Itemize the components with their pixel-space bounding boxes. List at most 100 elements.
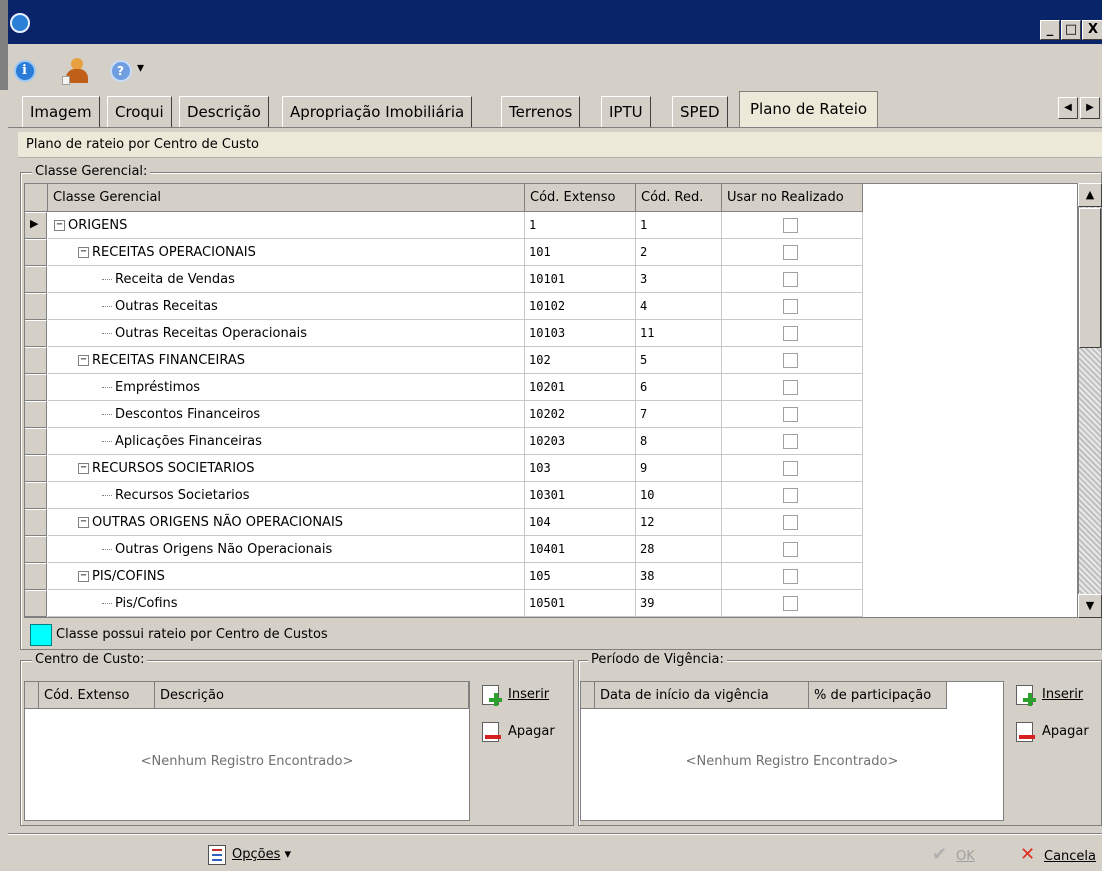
cell-classe-gerencial[interactable]: Outras Receitas Operacionais bbox=[48, 320, 525, 347]
options-menu-button[interactable]: Opções ▾ bbox=[208, 844, 291, 866]
help-dropdown-arrow-icon[interactable]: ▾ bbox=[137, 60, 144, 76]
table-row[interactable]: Outras Origens Não Operacionais 10401 28 bbox=[25, 536, 1077, 563]
usar-no-realizado-checkbox[interactable] bbox=[783, 434, 798, 449]
vigencia-grid[interactable]: Data de início da vigência % de particip… bbox=[580, 681, 1004, 821]
cell-cod-red[interactable]: 9 bbox=[636, 455, 722, 482]
col-header-classe-gerencial[interactable]: Classe Gerencial bbox=[48, 184, 525, 212]
usar-no-realizado-checkbox[interactable] bbox=[783, 326, 798, 341]
row-selector[interactable] bbox=[25, 401, 47, 428]
cell-cod-red[interactable]: 39 bbox=[636, 590, 722, 617]
cell-cod-extenso[interactable]: 10101 bbox=[525, 266, 636, 293]
cancel-button[interactable]: ✕ Cancela bbox=[1018, 844, 1096, 868]
cell-classe-gerencial[interactable]: − OUTRAS ORIGENS NÃO OPERACIONAIS bbox=[48, 509, 525, 536]
row-selector[interactable] bbox=[25, 563, 47, 590]
centro-custo-insert-button[interactable]: Inserir bbox=[482, 684, 549, 706]
cell-classe-gerencial[interactable]: − RECEITAS FINANCEIRAS bbox=[48, 347, 525, 374]
row-selector[interactable] bbox=[25, 239, 47, 266]
usar-no-realizado-checkbox[interactable] bbox=[783, 569, 798, 584]
tab-prev-button[interactable]: ◀ bbox=[1058, 97, 1078, 119]
row-selector[interactable] bbox=[25, 536, 47, 563]
row-selector[interactable] bbox=[25, 293, 47, 320]
table-row[interactable]: Empréstimos 10201 6 bbox=[25, 374, 1077, 401]
table-row[interactable]: − RECURSOS SOCIETARIOS 103 9 bbox=[25, 455, 1077, 482]
usar-no-realizado-checkbox[interactable] bbox=[783, 596, 798, 611]
cell-cod-red[interactable]: 5 bbox=[636, 347, 722, 374]
tab-croqui[interactable]: Croqui bbox=[107, 96, 172, 127]
help-icon[interactable]: ? bbox=[110, 60, 132, 82]
row-selector[interactable]: ▶ bbox=[25, 212, 47, 239]
cell-cod-extenso[interactable]: 10202 bbox=[525, 401, 636, 428]
cell-cod-red[interactable]: 28 bbox=[636, 536, 722, 563]
cell-cod-red[interactable]: 7 bbox=[636, 401, 722, 428]
table-row[interactable]: Descontos Financeiros 10202 7 bbox=[25, 401, 1077, 428]
cell-classe-gerencial[interactable]: Recursos Societarios bbox=[48, 482, 525, 509]
usar-no-realizado-checkbox[interactable] bbox=[783, 515, 798, 530]
table-row[interactable]: ▶ − ORIGENS 1 1 bbox=[25, 212, 1077, 239]
cell-cod-red[interactable]: 4 bbox=[636, 293, 722, 320]
minimize-button[interactable]: _ bbox=[1040, 20, 1060, 40]
cell-cod-red[interactable]: 10 bbox=[636, 482, 722, 509]
centro-custo-grid[interactable]: Cód. Extenso Descrição <Nenhum Registro … bbox=[24, 681, 470, 821]
cell-cod-red[interactable]: 2 bbox=[636, 239, 722, 266]
info-icon[interactable]: i bbox=[14, 60, 36, 82]
tree-collapse-icon[interactable]: − bbox=[78, 571, 89, 582]
row-selector[interactable] bbox=[25, 482, 47, 509]
tab-imagem[interactable]: Imagem bbox=[22, 96, 100, 127]
cell-classe-gerencial[interactable]: − ORIGENS bbox=[48, 212, 525, 239]
tree-collapse-icon[interactable]: − bbox=[78, 247, 89, 258]
usar-no-realizado-checkbox[interactable] bbox=[783, 461, 798, 476]
cell-cod-red[interactable]: 6 bbox=[636, 374, 722, 401]
col-header-data-inicio-vigencia[interactable]: Data de início da vigência bbox=[595, 682, 809, 709]
col-header-percentual-participacao[interactable]: % de participação bbox=[809, 682, 947, 709]
usar-no-realizado-checkbox[interactable] bbox=[783, 407, 798, 422]
usar-no-realizado-checkbox[interactable] bbox=[783, 380, 798, 395]
row-selector[interactable] bbox=[25, 266, 47, 293]
tab-terrenos[interactable]: Terrenos bbox=[501, 96, 581, 127]
cell-classe-gerencial[interactable]: Aplicações Financeiras bbox=[48, 428, 525, 455]
cell-cod-extenso[interactable]: 103 bbox=[525, 455, 636, 482]
usar-no-realizado-checkbox[interactable] bbox=[783, 245, 798, 260]
tree-collapse-icon[interactable]: − bbox=[78, 517, 89, 528]
table-row[interactable]: Outras Receitas 10102 4 bbox=[25, 293, 1077, 320]
cell-classe-gerencial[interactable]: Descontos Financeiros bbox=[48, 401, 525, 428]
table-row[interactable]: Recursos Societarios 10301 10 bbox=[25, 482, 1077, 509]
table-row[interactable]: Pis/Cofins 10501 39 bbox=[25, 590, 1077, 617]
tree-collapse-icon[interactable]: − bbox=[78, 355, 89, 366]
usar-no-realizado-checkbox[interactable] bbox=[783, 353, 798, 368]
table-row[interactable]: − RECEITAS OPERACIONAIS 101 2 bbox=[25, 239, 1077, 266]
vigencia-insert-button[interactable]: Inserir bbox=[1016, 684, 1083, 706]
cell-classe-gerencial[interactable]: Outras Receitas bbox=[48, 293, 525, 320]
close-button[interactable]: X bbox=[1082, 20, 1102, 40]
col-header-usar-no-realizado[interactable]: Usar no Realizado bbox=[722, 184, 863, 212]
cell-classe-gerencial[interactable]: Outras Origens Não Operacionais bbox=[48, 536, 525, 563]
centro-custo-delete-button[interactable]: Apagar bbox=[482, 721, 555, 743]
cell-classe-gerencial[interactable]: − RECURSOS SOCIETARIOS bbox=[48, 455, 525, 482]
user-icon[interactable] bbox=[62, 56, 90, 86]
cell-cod-red[interactable]: 8 bbox=[636, 428, 722, 455]
table-row[interactable]: − PIS/COFINS 105 38 bbox=[25, 563, 1077, 590]
cell-cod-extenso[interactable]: 105 bbox=[525, 563, 636, 590]
cell-classe-gerencial[interactable]: Empréstimos bbox=[48, 374, 525, 401]
usar-no-realizado-checkbox[interactable] bbox=[783, 299, 798, 314]
usar-no-realizado-checkbox[interactable] bbox=[783, 488, 798, 503]
cell-cod-extenso[interactable]: 10401 bbox=[525, 536, 636, 563]
usar-no-realizado-checkbox[interactable] bbox=[783, 218, 798, 233]
col-header-cod-red[interactable]: Cód. Red. bbox=[636, 184, 722, 212]
cell-cod-extenso[interactable]: 10301 bbox=[525, 482, 636, 509]
table-row[interactable]: Receita de Vendas 10101 3 bbox=[25, 266, 1077, 293]
maximize-button[interactable]: □ bbox=[1061, 20, 1081, 40]
row-selector[interactable] bbox=[25, 455, 47, 482]
row-selector[interactable] bbox=[25, 320, 47, 347]
cell-cod-red[interactable]: 3 bbox=[636, 266, 722, 293]
row-selector[interactable] bbox=[25, 374, 47, 401]
tab-apropriacao-imobiliaria[interactable]: Apropriação Imobiliária bbox=[282, 96, 473, 127]
tree-collapse-icon[interactable]: − bbox=[78, 463, 89, 474]
ok-button[interactable]: ✔ OK bbox=[930, 844, 975, 868]
row-selector[interactable] bbox=[25, 509, 47, 536]
cell-cod-extenso[interactable]: 1 bbox=[525, 212, 636, 239]
cell-cod-red[interactable]: 1 bbox=[636, 212, 722, 239]
tab-plano-de-rateio[interactable]: Plano de Rateio bbox=[739, 91, 879, 128]
col-header-cc-cod-extenso[interactable]: Cód. Extenso bbox=[39, 682, 155, 709]
tree-collapse-icon[interactable]: − bbox=[54, 220, 65, 231]
cell-cod-extenso[interactable]: 104 bbox=[525, 509, 636, 536]
